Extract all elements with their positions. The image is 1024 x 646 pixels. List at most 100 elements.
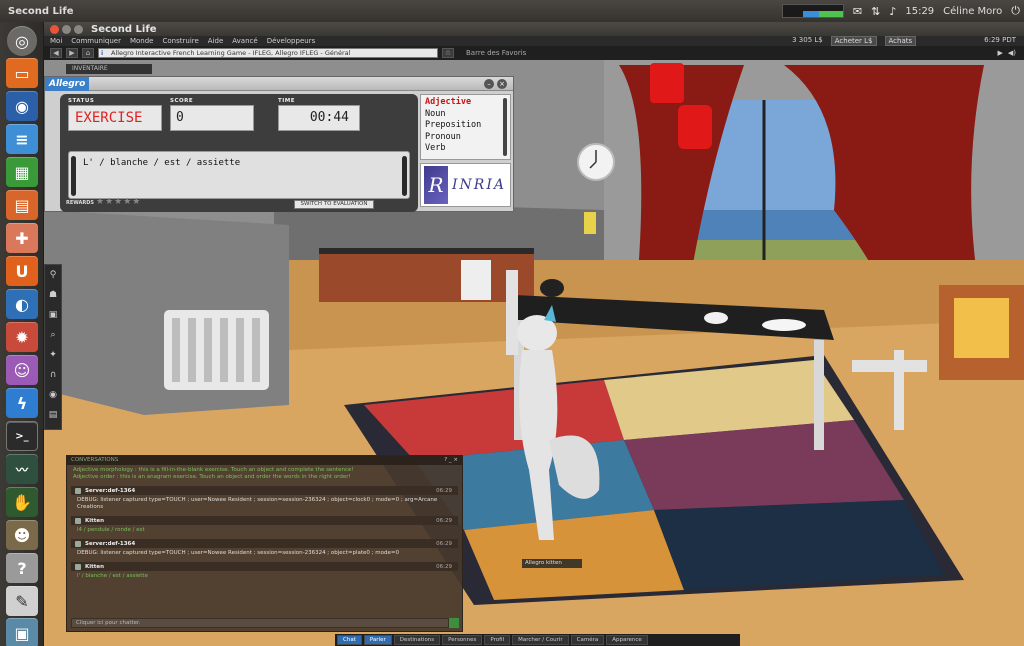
sliders-icon[interactable]: ⚲: [45, 265, 61, 285]
chat-button[interactable]: Chat: [337, 635, 362, 645]
bottom-toolbar: Chat Parler Destinations Personnes Profi…: [335, 634, 740, 646]
ubuntu-one-icon[interactable]: U: [6, 256, 38, 286]
sentence-field[interactable]: L' / blanche / est / assiette: [68, 151, 410, 199]
radiator[interactable]: [164, 310, 269, 390]
writer-icon[interactable]: ≡: [6, 124, 38, 154]
snapshot-icon[interactable]: ▣: [45, 305, 61, 325]
switch-to-evaluation-button[interactable]: SWITCH TO EVALUATION: [294, 200, 374, 209]
navigation-bar: ◀ ▶ ⌂ Allegro Interactive French Learnin…: [44, 46, 1024, 60]
maximize-window-icon[interactable]: [74, 24, 83, 34]
chat-app-icon[interactable]: ☺: [6, 355, 38, 385]
terminal-icon[interactable]: >_: [6, 421, 38, 451]
allegro-logo: Allegro: [45, 77, 90, 91]
category-verb[interactable]: Verb: [425, 143, 506, 155]
chat-input[interactable]: Cliquer ici pour chatter.: [71, 618, 449, 628]
text-editor-icon[interactable]: ✎: [6, 586, 38, 616]
category-preposition[interactable]: Preposition: [425, 120, 506, 132]
destinations-button[interactable]: Destinations: [393, 635, 441, 645]
lightbulb-icon[interactable]: ✦: [45, 345, 61, 365]
chat-header: CONVERSATIONS ? _ ×: [67, 456, 462, 465]
files-icon[interactable]: ▭: [6, 58, 38, 88]
red-lamp-2[interactable]: [678, 105, 712, 149]
inventory-tab[interactable]: INVENTAIRE: [66, 64, 152, 74]
menu-advanced[interactable]: Avancé: [232, 37, 257, 45]
chat-panel: CONVERSATIONS ? _ × Adjective morphology…: [66, 455, 463, 632]
dash-home-icon[interactable]: ◎: [7, 26, 37, 56]
impress-icon[interactable]: ▤: [6, 190, 38, 220]
calc-icon[interactable]: ▦: [6, 157, 38, 187]
menubar-right: 3 305 L$ Acheter L$ Achats 6:29 PDT: [792, 36, 1024, 46]
second-life-hand-icon[interactable]: ✋: [6, 487, 38, 517]
home-icon[interactable]: ⌂: [82, 48, 94, 58]
people-button[interactable]: Personnes: [442, 635, 483, 645]
back-icon[interactable]: ◀: [50, 48, 62, 58]
lightning-icon[interactable]: ϟ: [6, 388, 38, 418]
menu-me[interactable]: Moi: [50, 37, 62, 45]
system-monitor-icon[interactable]: 〰: [6, 454, 38, 484]
speak-button[interactable]: Parler: [363, 635, 392, 645]
menu-communicate[interactable]: Communiquer: [71, 37, 121, 45]
hud-close-icon[interactable]: ×: [497, 79, 507, 89]
blender-icon[interactable]: ◐: [6, 289, 38, 319]
play-media-icon[interactable]: ▶: [997, 49, 1002, 57]
white-bowl[interactable]: [704, 312, 728, 324]
firefox-icon[interactable]: ◉: [6, 91, 38, 121]
window-title: Second Life: [91, 23, 157, 35]
sound-icon[interactable]: ◀): [1008, 49, 1016, 57]
volume-icon[interactable]: ♪: [889, 5, 896, 18]
system-clock[interactable]: 15:29: [905, 6, 934, 17]
category-noun[interactable]: Noun: [425, 109, 506, 121]
settings-icon[interactable]: ✹: [6, 322, 38, 352]
forward-icon[interactable]: ▶: [66, 48, 78, 58]
workspace-switcher-icon[interactable]: ▣: [6, 618, 38, 646]
window-titlebar: Second Life: [44, 22, 1024, 36]
map-icon[interactable]: ▤: [45, 405, 61, 425]
sender-name[interactable]: Server:def-1364: [85, 541, 135, 547]
camera-button[interactable]: Caméra: [570, 635, 605, 645]
profile-button[interactable]: Profil: [484, 635, 511, 645]
sender-name[interactable]: Server:def-1364: [85, 488, 135, 494]
chat-send-icon[interactable]: [449, 618, 459, 628]
close-window-icon[interactable]: [50, 24, 59, 34]
appearance-button[interactable]: Apparence: [606, 635, 648, 645]
menu-world[interactable]: Monde: [130, 37, 154, 45]
menu-help[interactable]: Aide: [208, 37, 223, 45]
category-pronoun[interactable]: Pronoun: [425, 132, 506, 144]
user-menu[interactable]: Céline Moro: [943, 6, 1002, 17]
sender-name[interactable]: Kitten: [85, 518, 104, 524]
minimize-window-icon[interactable]: [62, 24, 71, 34]
bookmark-star-icon[interactable]: ☆: [442, 48, 454, 58]
software-center-icon[interactable]: ✚: [6, 223, 38, 253]
search-icon[interactable]: ⌕: [45, 325, 61, 345]
black-cat[interactable]: [540, 279, 564, 297]
category-adjective[interactable]: Adjective: [425, 97, 506, 109]
viewer-menubar: Moi Communiquer Monde Construire Aide Av…: [44, 36, 1024, 46]
wall-phone[interactable]: [584, 212, 596, 234]
rewards-stars: ★★★★★: [96, 197, 142, 207]
headphones-icon[interactable]: ∩: [45, 365, 61, 385]
sender-name[interactable]: Kitten: [85, 564, 104, 570]
favorites-bar[interactable]: Barre des Favoris: [466, 49, 526, 57]
location-field[interactable]: Allegro Interactive French Learning Game…: [98, 48, 438, 58]
camera-icon[interactable]: ◉: [45, 385, 61, 405]
media-controls: ▶ ◀): [997, 46, 1016, 60]
hud-minimize-icon[interactable]: –: [484, 79, 494, 89]
inria-logo: R INRIA: [420, 163, 511, 207]
people-icon[interactable]: ☗: [45, 285, 61, 305]
buy-linden-button[interactable]: Acheter L$: [830, 36, 877, 46]
network-icon[interactable]: ⇅: [871, 5, 880, 18]
menu-developer[interactable]: Développeurs: [267, 37, 316, 45]
white-plate[interactable]: [762, 319, 806, 331]
shop-button[interactable]: Achats: [884, 36, 917, 46]
category-list[interactable]: Adjective Noun Preposition Pronoun Verb: [420, 94, 511, 160]
walk-run-button[interactable]: Marcher / Courir: [512, 635, 569, 645]
power-icon[interactable]: ⏻: [1011, 4, 1020, 18]
message-time: 06:29: [436, 563, 452, 570]
menu-build[interactable]: Construire: [163, 37, 199, 45]
mail-icon[interactable]: ✉: [853, 5, 862, 18]
robot-icon[interactable]: ☻: [6, 520, 38, 550]
help-icon[interactable]: ?: [6, 553, 38, 583]
red-lamp-1[interactable]: [650, 63, 684, 103]
message-header: Server:def-1364 06:29: [71, 486, 458, 495]
chat-window-controls[interactable]: ? _ ×: [444, 456, 458, 465]
